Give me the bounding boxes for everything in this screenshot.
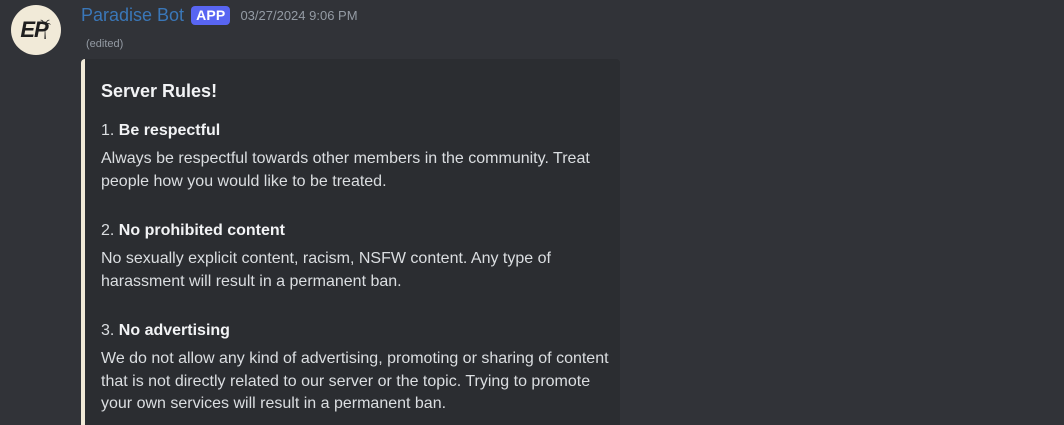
chat-message: EP Paradise Bot APP 03/27/2024 9:06 PM (… [0, 0, 1064, 425]
embed-title: Server Rules! [101, 81, 218, 101]
rule-name: No advertising [118, 322, 230, 339]
rule-heading: 2. No prohibited content [101, 222, 285, 240]
rule-description: We do not allow any kind of advertising,… [101, 350, 609, 412]
rule-heading: 1. Be respectful [101, 122, 220, 140]
rule-number: 2. [101, 222, 115, 239]
rule-description: Always be respectful towards other membe… [101, 150, 590, 190]
timestamp[interactable]: 03/27/2024 9:06 PM [240, 8, 357, 23]
app-badge: APP [191, 5, 231, 25]
rule-description: No sexually explicit content, racism, NS… [101, 250, 551, 290]
rules-embed: Server Rules! 1. Be respectful Always be… [81, 59, 620, 425]
rule-name: No prohibited content [118, 222, 285, 239]
rule-name: Be respectful [118, 122, 221, 139]
edited-label: (edited) [86, 38, 124, 50]
palm-tree-icon [39, 19, 51, 39]
username[interactable]: Paradise Bot [81, 5, 184, 26]
bot-avatar[interactable]: EP [11, 5, 61, 55]
rule-number: 3. [101, 322, 115, 339]
message-header: Paradise Bot APP 03/27/2024 9:06 PM [81, 3, 358, 27]
rule-heading: 3. No advertising [101, 322, 230, 340]
rule-number: 1. [101, 122, 115, 139]
